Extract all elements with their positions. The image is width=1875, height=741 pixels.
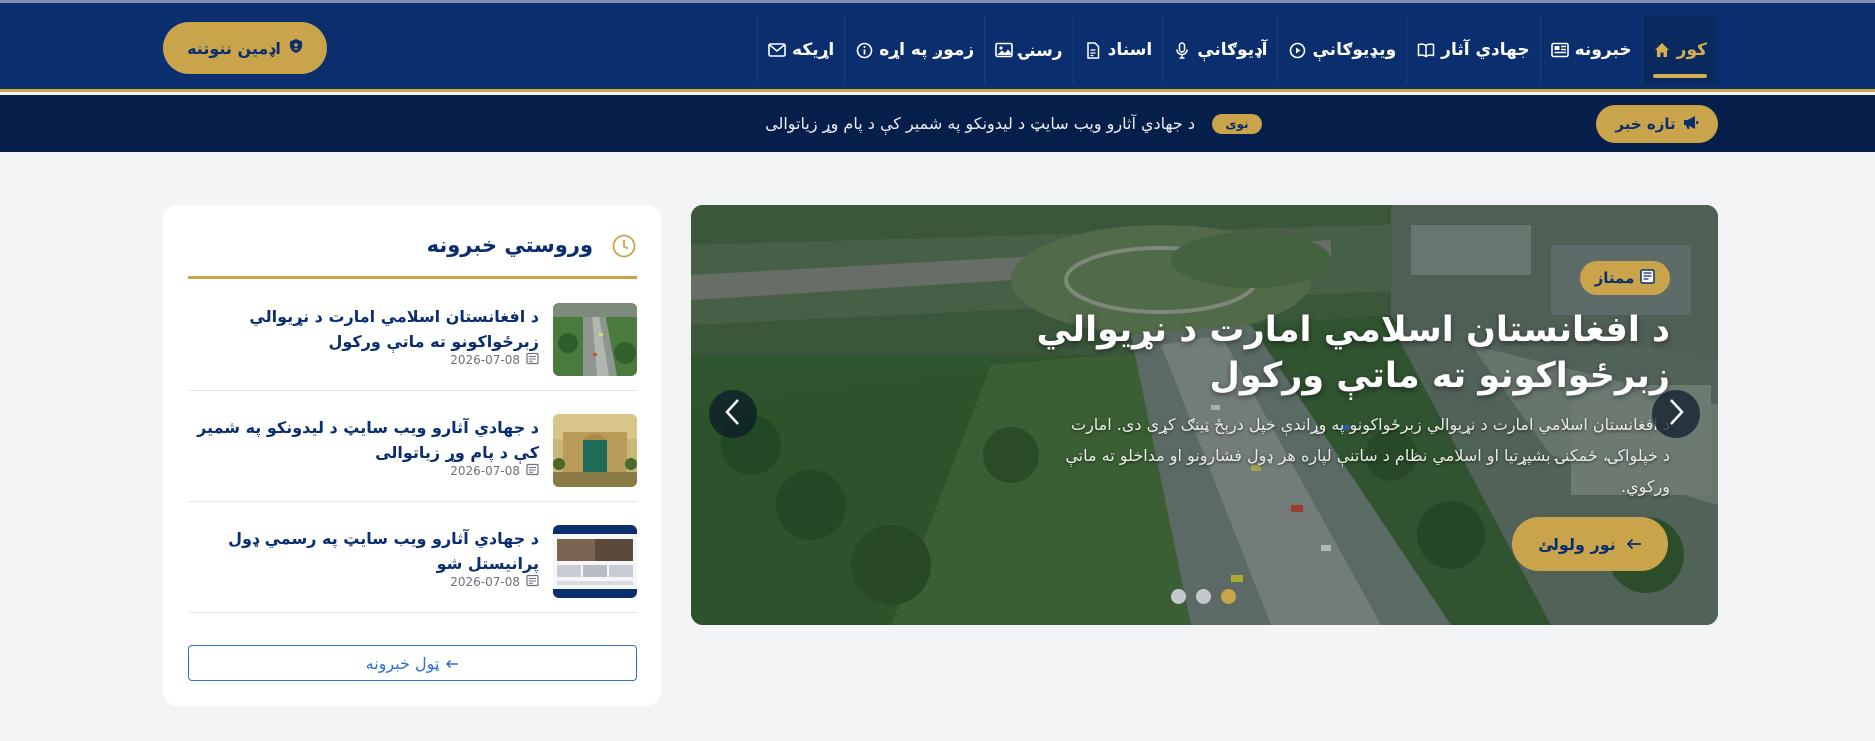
date-value: 2026-07-08 (450, 464, 520, 478)
latest-news-label: تازه خبر (1615, 115, 1676, 133)
nav-item-audios[interactable]: آډيوګانې (1162, 16, 1277, 84)
news-date: 2026-07-08 (450, 352, 539, 368)
chevron-left-icon (723, 398, 743, 430)
featured-badge: ممتاز (1580, 261, 1670, 295)
clock-icon (611, 233, 637, 263)
slide-title: د افغانستان اسلامي امارت د نړيوالي زبرځو… (1036, 310, 1670, 396)
nav-item-label: اسناد (1107, 40, 1153, 60)
admin-login-button[interactable]: اډمين ننوتنه (163, 22, 327, 74)
nav-item-label: زموږ په اړه (879, 40, 975, 60)
play-circle-icon (1288, 41, 1306, 59)
latest-news-panel: وروستي خبرونه د افغانستان اسلامي امارت د… (163, 205, 661, 706)
arrow-left-icon (1626, 535, 1642, 554)
nav-item-about[interactable]: زموږ په اړه (844, 16, 984, 84)
newspaper-icon (1640, 268, 1656, 288)
latest-news-header: وروستي خبرونه (188, 227, 637, 279)
slider-prev-button[interactable] (709, 390, 757, 438)
date-value: 2026-07-08 (450, 575, 520, 589)
slide-description: د افغانستان اسلامي امارت د نړيوالي زبرځو… (1065, 415, 1670, 496)
info-icon (855, 41, 873, 59)
nav-item-label: خبرونه (1574, 40, 1632, 60)
news-title[interactable]: د جهادي آثارو ويب سايټ د ليدونکو په شمير… (189, 415, 539, 465)
latest-news-button[interactable]: تازه خبر (1596, 105, 1718, 143)
nav-item-label: کور (1676, 40, 1707, 60)
news-date: 2026-07-08 (450, 463, 539, 479)
chevron-right-icon (1666, 398, 1686, 430)
news-thumbnail[interactable] (553, 525, 637, 598)
newspaper-icon (1550, 41, 1569, 59)
news-thumbnail[interactable] (553, 414, 637, 487)
date-value: 2026-07-08 (450, 353, 520, 367)
featured-slider: ممتاز د افغانستان اسلامي امارت د نړيوالي… (691, 205, 1718, 625)
news-list-item[interactable]: د افغانستان اسلامي امارت د نړيوالي زبرځو… (188, 290, 637, 391)
nav-item-documents[interactable]: اسناد (1072, 16, 1163, 84)
slider-dot[interactable] (1171, 589, 1186, 604)
nav-item-home[interactable]: کور (1641, 16, 1717, 84)
calendar-icon (526, 352, 539, 368)
nav-item-videos[interactable]: ويډيوګانې (1277, 16, 1406, 84)
envelope-icon (768, 41, 786, 59)
main-nav: کور خبرونه جهادي آثار ويډيوګانې آډيوګانې (757, 16, 1717, 84)
news-title[interactable]: د جهادي آثارو ويب سايټ په رسمي ډول پراني… (189, 526, 539, 576)
nav-item-contact[interactable]: اړيکه (757, 16, 844, 84)
news-title[interactable]: د افغانستان اسلامي امارت د نړيوالي زبرځو… (189, 304, 539, 354)
arrow-left-icon (445, 654, 459, 673)
document-icon (1084, 41, 1102, 59)
nav-item-media[interactable]: رسنۍ (984, 16, 1072, 84)
slider-dot-active[interactable] (1221, 589, 1236, 604)
top-navbar: کور خبرونه جهادي آثار ويډيوګانې آډيوګانې (0, 0, 1875, 92)
shield-icon (289, 38, 303, 58)
all-news-label: ټول خبرونه (365, 653, 440, 673)
nav-item-label: آډيوګانې (1197, 40, 1268, 60)
slider-next-button[interactable] (1652, 390, 1700, 438)
calendar-icon (526, 574, 539, 590)
new-badge: نوی (1212, 114, 1262, 134)
book-icon (1417, 41, 1435, 59)
admin-login-label: اډمين ننوتنه (187, 38, 281, 58)
nav-item-label: اړيکه (792, 40, 835, 60)
megaphone-icon (1682, 115, 1699, 134)
read-more-button[interactable]: نور ولولئ (1512, 517, 1668, 571)
news-thumbnail[interactable] (553, 303, 637, 376)
nav-item-jihadi-works[interactable]: جهادي آثار (1406, 16, 1539, 84)
nav-item-label: جهادي آثار (1441, 40, 1530, 60)
news-date: 2026-07-08 (450, 574, 539, 590)
slider-dot[interactable] (1196, 589, 1211, 604)
news-list-item[interactable]: د جهادي آثارو ويب سايټ په رسمي ډول پراني… (188, 512, 637, 613)
breaking-news-bar: تازه خبر نوی د جهادي آثارو ويب سايټ د لي… (0, 95, 1875, 152)
microphone-icon (1173, 41, 1191, 59)
read-more-label: نور ولولئ (1538, 534, 1616, 554)
home-icon (1653, 41, 1671, 59)
nav-item-label: ويډيوګانې (1312, 40, 1397, 60)
calendar-icon (526, 463, 539, 479)
slider-dots (1171, 589, 1236, 604)
image-icon (995, 41, 1013, 59)
ticker-headline[interactable]: د جهادي آثارو ويب سايټ د ليدونکو په شمير… (765, 95, 1195, 152)
featured-label: ممتاز (1594, 269, 1635, 287)
news-list-item[interactable]: د جهادي آثارو ويب سايټ د ليدونکو په شمير… (188, 401, 637, 502)
nav-item-news[interactable]: خبرونه (1539, 16, 1642, 84)
nav-item-label: رسنۍ (1019, 40, 1063, 61)
all-news-button[interactable]: ټول خبرونه (188, 645, 637, 681)
latest-news-title: وروستي خبرونه (426, 233, 593, 257)
